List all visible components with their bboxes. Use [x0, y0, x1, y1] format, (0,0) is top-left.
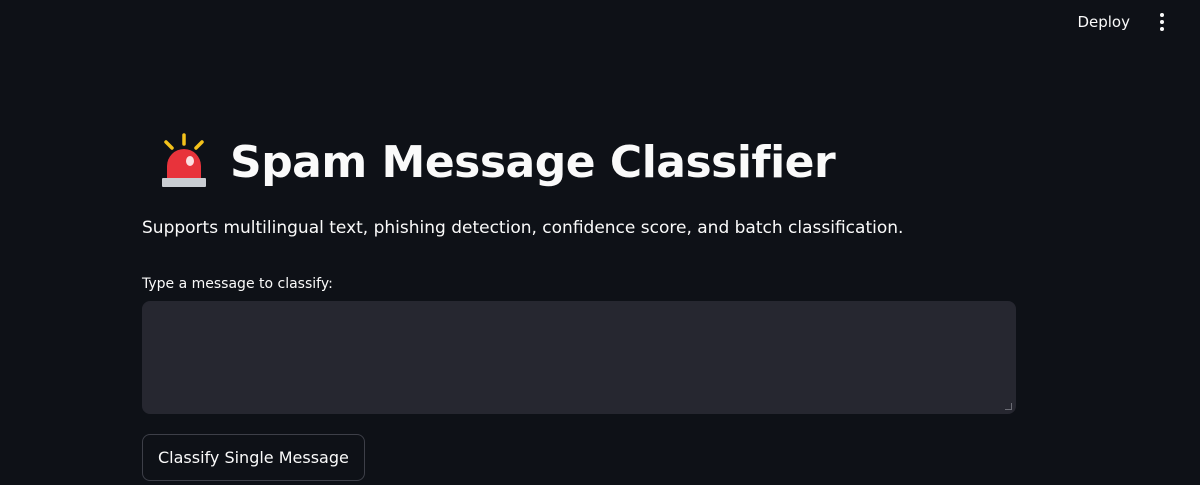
menu-dot	[1160, 20, 1164, 24]
page-subtitle: Supports multilingual text, phishing det…	[142, 218, 904, 238]
menu-dot	[1160, 27, 1164, 31]
main-content: Spam Message Classifier Supports multili…	[142, 128, 1018, 481]
classify-single-message-button[interactable]: Classify Single Message	[142, 434, 365, 481]
menu-dot	[1160, 13, 1164, 17]
deploy-button[interactable]: Deploy	[1069, 9, 1138, 35]
resize-handle-icon[interactable]	[1005, 403, 1012, 410]
message-textarea[interactable]	[142, 301, 1016, 414]
police-car-light-icon	[162, 133, 206, 187]
title-row: Spam Message Classifier	[142, 128, 1018, 196]
kebab-menu-icon[interactable]	[1150, 10, 1174, 34]
page-title: Spam Message Classifier	[230, 136, 836, 188]
app-root: Deploy Spam Message Classifier Supports …	[0, 0, 1200, 485]
message-input-label: Type a message to classify:	[142, 276, 333, 292]
top-toolbar: Deploy	[1069, 0, 1200, 44]
